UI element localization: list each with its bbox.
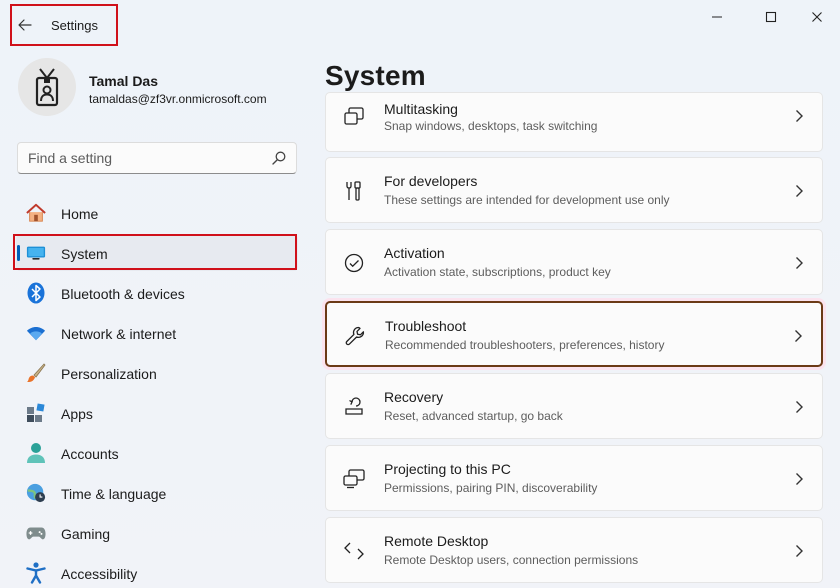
minimize-button[interactable]: [694, 0, 740, 34]
wrench-icon: [344, 325, 366, 347]
card-title: Activation: [384, 245, 445, 261]
card-description: Snap windows, desktops, task switching: [384, 119, 598, 133]
sidebar-item-accessibility[interactable]: Accessibility: [16, 555, 298, 588]
card-troubleshoot[interactable]: Troubleshoot Recommended troubleshooters…: [325, 301, 823, 367]
projecting-icon: [343, 468, 365, 490]
id-badge-icon: [35, 68, 59, 107]
maximize-icon: [765, 11, 777, 23]
sidebar-item-system[interactable]: System: [13, 234, 298, 271]
card-for-developers[interactable]: For developers These settings are intend…: [325, 157, 823, 223]
sidebar-item-label: Accounts: [61, 446, 119, 462]
chevron-right-icon: [796, 185, 803, 197]
back-button[interactable]: [14, 14, 36, 36]
close-button[interactable]: [794, 0, 840, 34]
search-box: [17, 142, 297, 174]
arrow-left-icon: [18, 19, 32, 31]
card-description: Reset, advanced startup, go back: [384, 409, 563, 423]
card-remote-desktop[interactable]: Remote Desktop Remote Desktop users, con…: [325, 517, 823, 583]
card-title: Recovery: [384, 389, 444, 405]
sidebar-item-label: Home: [61, 206, 99, 222]
sidebar-item-personalization[interactable]: Personalization: [16, 355, 298, 391]
window-controls: [694, 0, 840, 34]
title-bar: Settings: [0, 0, 840, 46]
sidebar-item-label: Network & internet: [61, 326, 177, 342]
maximize-button[interactable]: [748, 0, 794, 34]
globe-clock-icon: [26, 483, 46, 503]
accessibility-icon: [26, 562, 46, 584]
sidebar-item-label: Time & language: [61, 486, 167, 502]
bluetooth-icon: [26, 282, 46, 304]
person-icon: [26, 443, 46, 463]
apps-icon: [26, 403, 46, 423]
sidebar-item-time-language[interactable]: Time & language: [16, 475, 298, 511]
sidebar-item-apps[interactable]: Apps: [16, 395, 298, 431]
sidebar-item-label: Bluetooth & devices: [61, 286, 185, 302]
home-icon: [26, 203, 46, 223]
card-recovery[interactable]: Recovery Reset, advanced startup, go bac…: [325, 373, 823, 439]
sidebar-item-label: Gaming: [61, 526, 111, 542]
developer-tools-icon: [343, 180, 365, 202]
page-title: System: [325, 60, 426, 91]
card-multitasking[interactable]: Multitasking Snap windows, desktops, tas…: [325, 92, 823, 152]
chevron-right-icon: [796, 473, 803, 485]
chevron-right-icon: [796, 545, 803, 557]
card-description: Recommended troubleshooters, preferences…: [385, 338, 665, 352]
search-icon[interactable]: [272, 151, 286, 165]
card-title: Multitasking: [384, 101, 458, 117]
sidebar-item-network[interactable]: Network & internet: [16, 315, 298, 351]
sidebar-nav: Home System Bluetooth & devices Network …: [13, 195, 298, 588]
card-title: For developers: [384, 173, 478, 189]
search-input[interactable]: [18, 143, 296, 173]
card-title: Projecting to this PC: [384, 461, 511, 477]
settings-window: Settings Tamal Das tamaldas@zf3vr.onmicr…: [0, 0, 840, 588]
app-title: Settings: [51, 18, 98, 33]
user-name: Tamal Das: [89, 73, 158, 89]
card-projecting[interactable]: Projecting to this PC Permissions, pairi…: [325, 445, 823, 511]
sidebar-item-label: Personalization: [61, 366, 157, 382]
system-highlight-box: [13, 234, 297, 270]
sidebar-item-home[interactable]: Home: [16, 195, 298, 231]
chevron-right-icon: [795, 330, 802, 342]
card-title: Troubleshoot: [385, 318, 467, 334]
card-description: Activation state, subscriptions, product…: [384, 265, 611, 279]
minimize-icon: [712, 16, 722, 18]
sidebar-item-gaming[interactable]: Gaming: [16, 515, 298, 551]
close-icon: [812, 12, 822, 22]
sidebar-item-label: Apps: [61, 406, 93, 422]
multitasking-icon: [343, 105, 365, 127]
card-title: Remote Desktop: [384, 533, 489, 549]
gamepad-icon: [26, 523, 46, 543]
monitor-icon: [26, 243, 46, 263]
card-description: These settings are intended for developm…: [384, 193, 670, 207]
avatar[interactable]: [18, 58, 76, 116]
wifi-icon: [26, 323, 46, 343]
sidebar-item-label: Accessibility: [61, 566, 138, 582]
recovery-icon: [343, 396, 365, 418]
sidebar-item-label: System: [61, 246, 108, 262]
remote-desktop-icon: [343, 540, 365, 562]
chevron-right-icon: [796, 110, 803, 122]
card-activation[interactable]: Activation Activation state, subscriptio…: [325, 229, 823, 295]
sidebar-item-bluetooth[interactable]: Bluetooth & devices: [16, 275, 298, 311]
paintbrush-icon: [26, 363, 46, 383]
user-email: tamaldas@zf3vr.onmicrosoft.com: [89, 92, 267, 106]
card-description: Remote Desktop users, connection permiss…: [384, 553, 639, 567]
chevron-right-icon: [796, 257, 803, 269]
sidebar-item-accounts[interactable]: Accounts: [16, 435, 298, 471]
chevron-right-icon: [796, 401, 803, 413]
check-circle-icon: [343, 252, 365, 274]
card-description: Permissions, pairing PIN, discoverabilit…: [384, 481, 598, 495]
